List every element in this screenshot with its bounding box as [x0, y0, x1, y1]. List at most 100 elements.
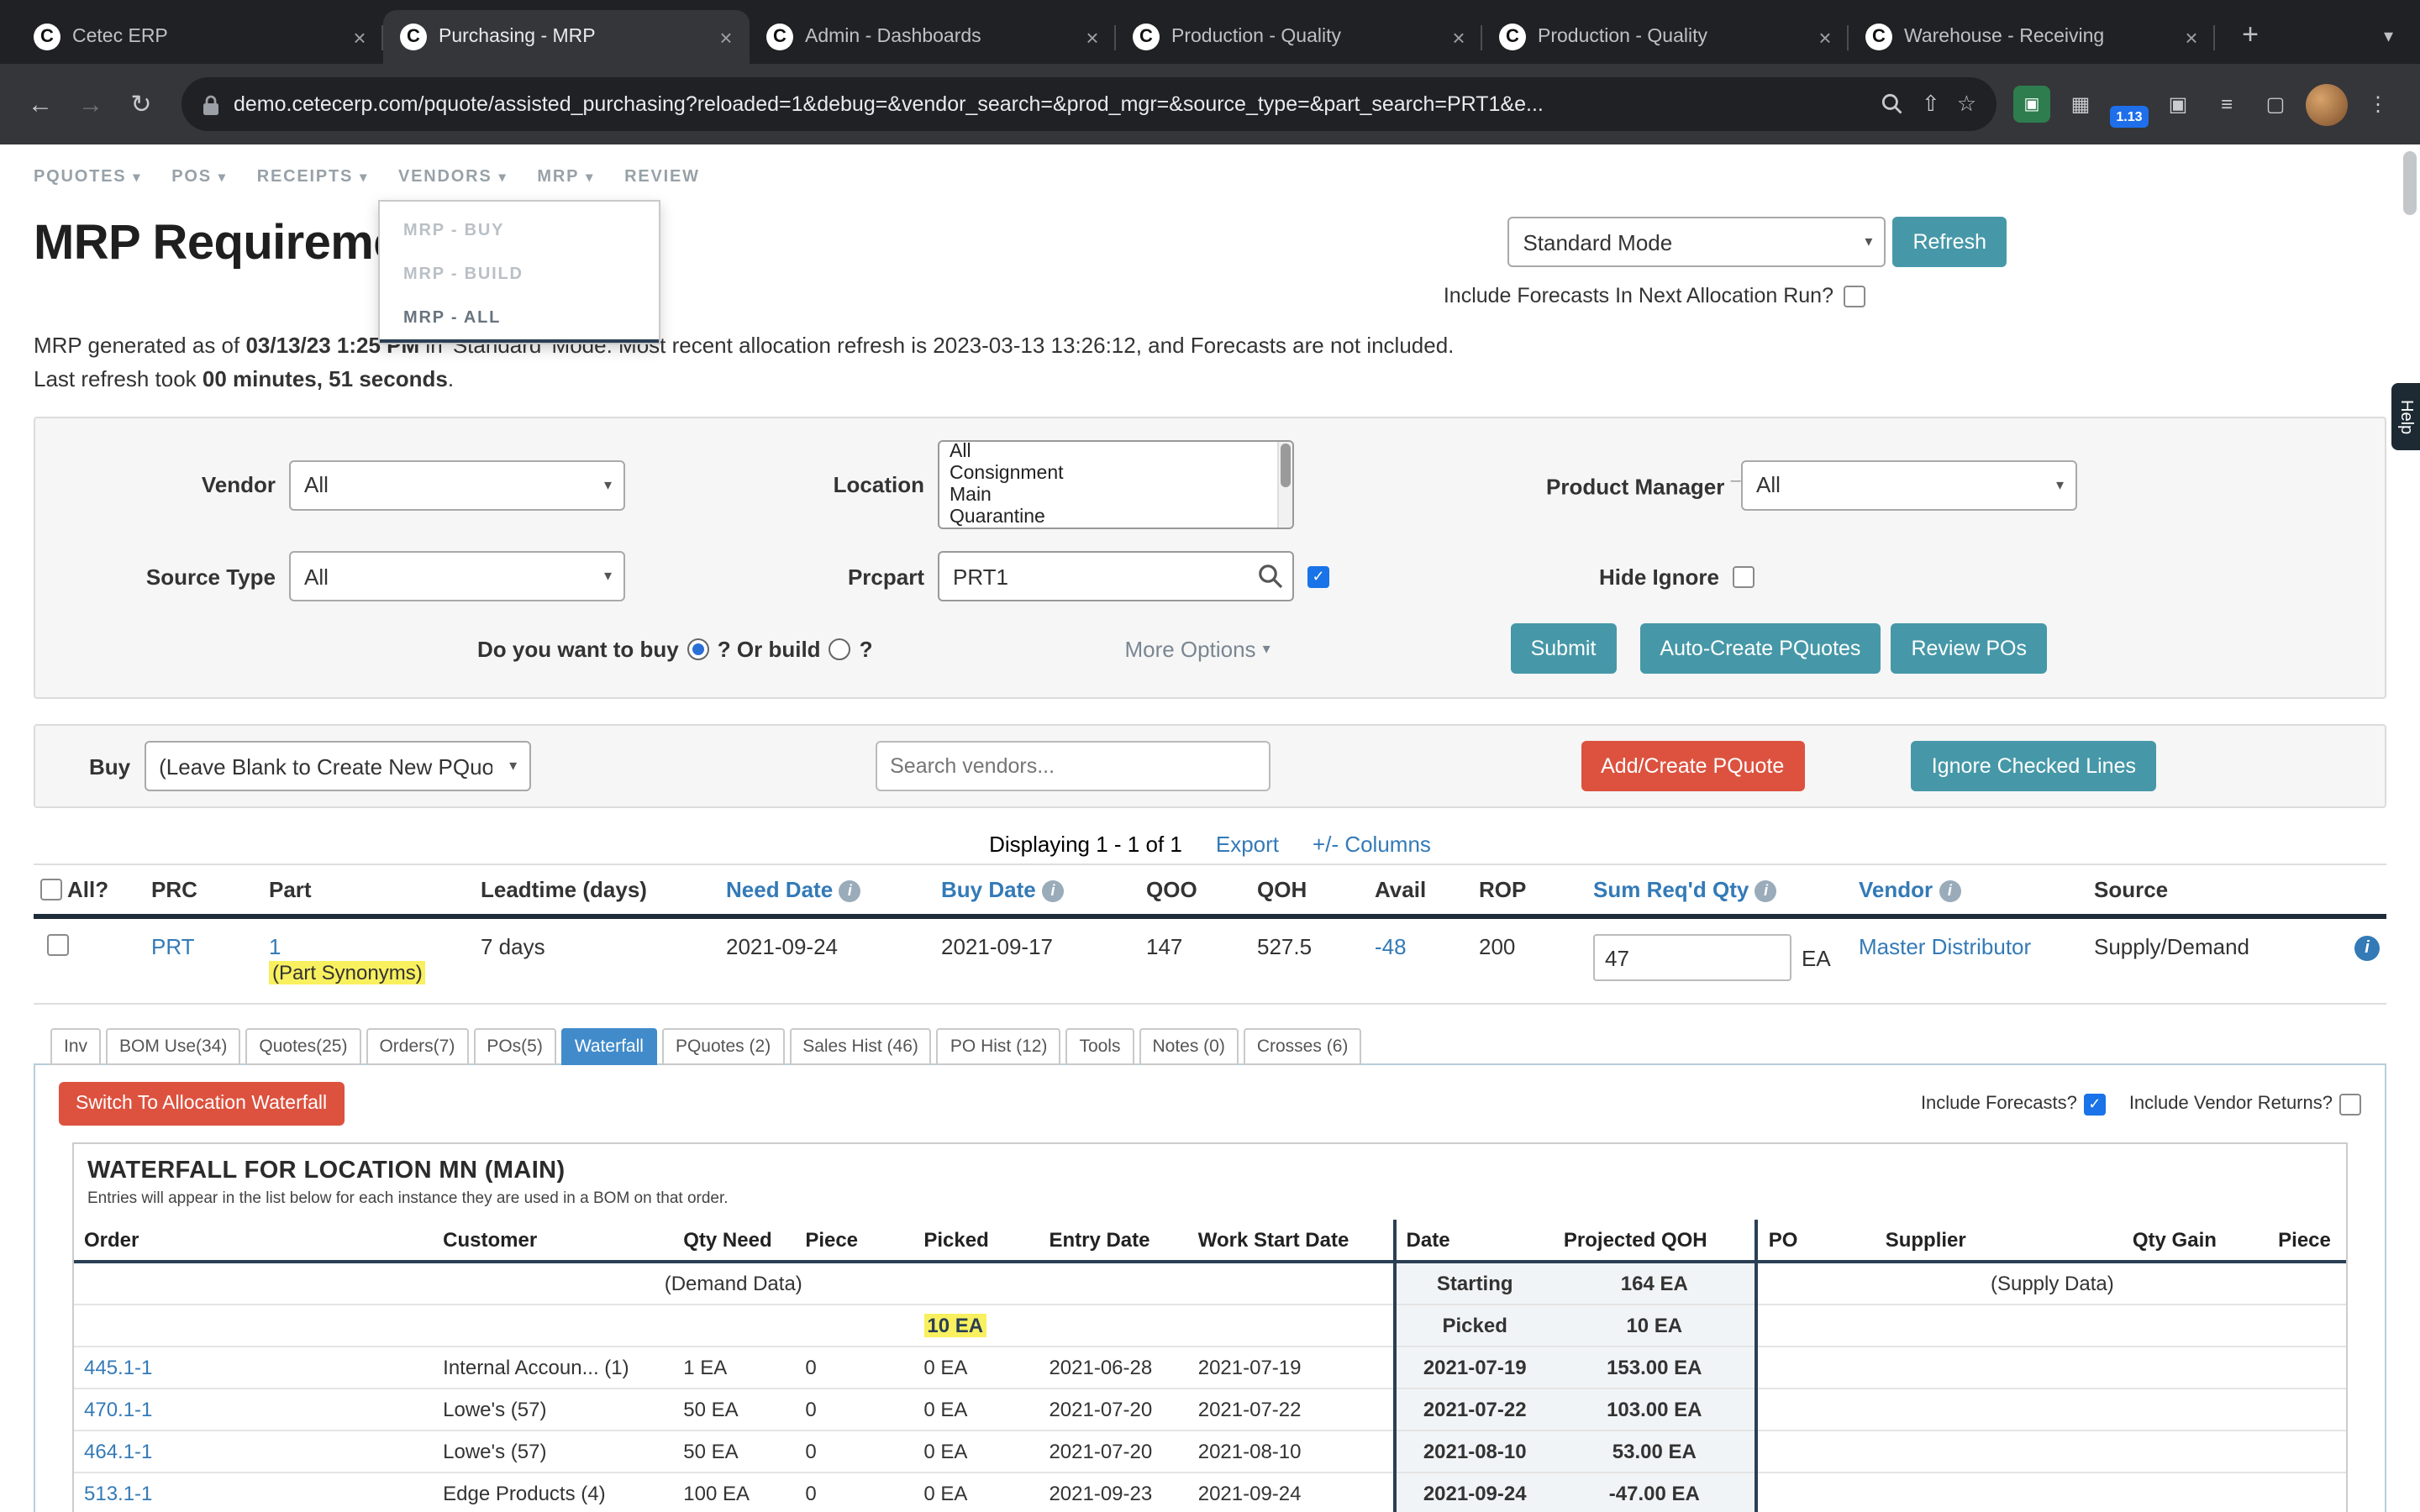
- info-icon[interactable]: i: [1755, 880, 1777, 902]
- tab-close-icon[interactable]: ×: [1079, 24, 1106, 50]
- auto-create-pquotes-button[interactable]: Auto-Create PQuotes: [1639, 623, 1881, 674]
- info-icon[interactable]: i: [839, 880, 860, 902]
- extension-image-icon[interactable]: ▦: [2062, 86, 2099, 123]
- browser-menu-icon[interactable]: ⋮: [2360, 86, 2396, 123]
- browser-tab[interactable]: C Production - Quality ×: [1482, 10, 1849, 64]
- detail-tab[interactable]: PO Hist (12): [937, 1028, 1061, 1065]
- detail-tab[interactable]: Tools: [1065, 1028, 1134, 1065]
- tab-search-chevron-icon[interactable]: ▾: [2357, 25, 2420, 64]
- mrp-menu-item[interactable]: MRP - BUY: [380, 208, 659, 252]
- help-tab[interactable]: Help: [2391, 383, 2420, 450]
- vendor-search-input[interactable]: [875, 741, 1270, 791]
- main-nav-item[interactable]: PQUOTES▾: [34, 168, 141, 186]
- forward-button[interactable]: →: [67, 81, 114, 128]
- main-nav-item[interactable]: POS▾: [171, 168, 227, 186]
- add-create-pquote-button[interactable]: Add/Create PQuote: [1581, 741, 1804, 791]
- listbox-scrollbar[interactable]: [1277, 442, 1292, 528]
- main-nav-item[interactable]: VENDORS▾: [398, 168, 507, 186]
- review-pos-button[interactable]: Review POs: [1891, 623, 2047, 674]
- browser-tab[interactable]: C Admin - Dashboards ×: [750, 10, 1116, 64]
- location-listbox[interactable]: All Consignment Main Quarantine: [938, 440, 1294, 529]
- tab-close-icon[interactable]: ×: [1445, 24, 1472, 50]
- detail-tab[interactable]: POs(5): [473, 1028, 556, 1065]
- more-options-toggle[interactable]: More Options ▾: [1124, 636, 1270, 661]
- detail-tab[interactable]: Notes (0): [1139, 1028, 1238, 1065]
- refresh-button[interactable]: Refresh: [1892, 217, 2007, 267]
- need-date-sort-link[interactable]: Need Date: [726, 877, 833, 902]
- tab-close-icon[interactable]: ×: [713, 24, 739, 50]
- detail-tab[interactable]: Quotes(25): [245, 1028, 360, 1065]
- mrp-menu-item[interactable]: MRP - BUILD: [380, 252, 659, 296]
- main-nav-item[interactable]: RECEIPTS▾: [257, 168, 368, 186]
- detail-tab[interactable]: Waterfall: [561, 1028, 657, 1065]
- detail-tab[interactable]: Inv: [50, 1028, 101, 1065]
- order-link[interactable]: 445.1-1: [84, 1356, 152, 1379]
- browser-tab[interactable]: C Production - Quality ×: [1116, 10, 1482, 64]
- include-forecasts-checkbox[interactable]: ✓: [2084, 1093, 2106, 1115]
- submit-button[interactable]: Submit: [1511, 623, 1617, 674]
- main-nav-item[interactable]: REVIEW: [624, 168, 707, 186]
- buy-radio[interactable]: [687, 638, 709, 659]
- order-link[interactable]: 470.1-1: [84, 1398, 152, 1421]
- bookmark-star-icon[interactable]: ☆: [1957, 91, 1976, 118]
- sum-reqd-qty-input[interactable]: [1593, 934, 1791, 981]
- mrp-menu-item[interactable]: MRP - ALL: [380, 296, 659, 343]
- profile-avatar[interactable]: [2306, 83, 2348, 125]
- buy-date-sort-link[interactable]: Buy Date: [941, 877, 1036, 902]
- row-select-checkbox[interactable]: [47, 934, 69, 956]
- new-tab-button[interactable]: +: [2228, 13, 2272, 57]
- part-synonyms-link[interactable]: (Part Synonyms): [269, 961, 426, 984]
- detail-tab[interactable]: Crosses (6): [1244, 1028, 1362, 1065]
- prc-link[interactable]: PRT: [151, 934, 195, 959]
- location-option[interactable]: All: [939, 442, 1292, 464]
- zoom-icon[interactable]: [1881, 92, 1905, 116]
- sum-reqd-sort-link[interactable]: Sum Req'd Qty: [1593, 877, 1749, 902]
- browser-tab[interactable]: C Cetec ERP ×: [17, 10, 383, 64]
- order-link[interactable]: 513.1-1: [84, 1482, 152, 1505]
- extension-with-badge-icon[interactable]: 1.13: [2111, 86, 2148, 123]
- detail-tab[interactable]: PQuotes (2): [662, 1028, 784, 1065]
- back-button[interactable]: ←: [17, 81, 64, 128]
- order-link[interactable]: 464.1-1: [84, 1440, 152, 1463]
- prcpart-exact-checkbox[interactable]: ✓: [1307, 565, 1329, 587]
- extensions-puzzle-icon[interactable]: ▣: [2160, 86, 2196, 123]
- location-option[interactable]: Quarantine: [939, 507, 1292, 529]
- browser-tab[interactable]: C Warehouse - Receiving ×: [1849, 10, 2215, 64]
- pquote-select[interactable]: (Leave Blank to Create New PQuote) ▾: [144, 741, 530, 791]
- page-scrollbar-thumb[interactable]: [2403, 151, 2417, 215]
- vendor-sort-link[interactable]: Vendor: [1859, 877, 1933, 902]
- browser-tab[interactable]: C Purchasing - MRP ×: [383, 10, 750, 64]
- info-icon[interactable]: i: [1939, 880, 1960, 902]
- include-vendor-returns-checkbox[interactable]: [2339, 1093, 2361, 1115]
- export-link[interactable]: Export: [1216, 832, 1279, 857]
- vendor-link[interactable]: Master Distributor: [1859, 934, 2031, 959]
- info-icon[interactable]: i: [1042, 880, 1064, 902]
- ignore-checked-lines-button[interactable]: Ignore Checked Lines: [1912, 741, 2156, 791]
- forecast-checkbox[interactable]: [1844, 285, 1865, 307]
- location-option[interactable]: Main: [939, 486, 1292, 507]
- main-nav-item[interactable]: MRP▾: [537, 168, 594, 186]
- search-icon[interactable]: [1257, 563, 1284, 590]
- tab-close-icon[interactable]: ×: [2178, 24, 2205, 50]
- tab-close-icon[interactable]: ×: [1812, 24, 1839, 50]
- vendor-select[interactable]: All ▾: [289, 459, 625, 510]
- mode-select[interactable]: Standard Mode ▾: [1507, 217, 1886, 267]
- build-radio[interactable]: [829, 638, 851, 659]
- row-info-icon[interactable]: i: [2354, 936, 2380, 961]
- extension-icon[interactable]: ▣: [2013, 86, 2050, 123]
- switch-allocation-waterfall-button[interactable]: Switch To Allocation Waterfall: [59, 1082, 344, 1126]
- avail-link[interactable]: -48: [1375, 934, 1407, 959]
- prcpart-input[interactable]: [938, 551, 1294, 601]
- detail-tab[interactable]: Orders(7): [366, 1028, 468, 1065]
- detail-tab[interactable]: Sales Hist (46): [789, 1028, 932, 1065]
- address-bar[interactable]: demo.cetecerp.com/pquote/assisted_purcha…: [182, 77, 1996, 131]
- source-type-select[interactable]: All ▾: [289, 551, 625, 601]
- reload-button[interactable]: ↻: [118, 81, 165, 128]
- detail-tab[interactable]: BOM Use(34): [106, 1028, 240, 1065]
- hide-ignore-checkbox[interactable]: [1733, 565, 1754, 587]
- part-link[interactable]: 1: [269, 934, 281, 959]
- share-icon[interactable]: ⇧: [1922, 91, 1940, 118]
- product-manager-select[interactable]: All ▾: [1741, 459, 2077, 510]
- columns-link[interactable]: +/- Columns: [1313, 832, 1431, 857]
- tab-close-icon[interactable]: ×: [346, 24, 373, 50]
